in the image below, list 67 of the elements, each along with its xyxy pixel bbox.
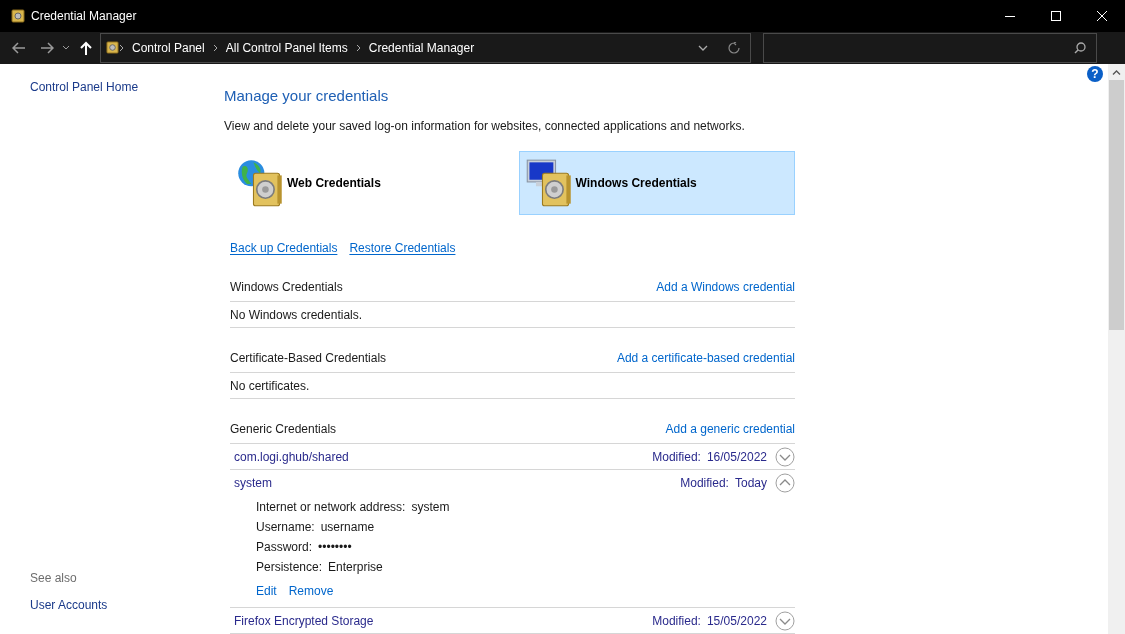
- scrollbar-thumb[interactable]: [1109, 79, 1124, 330]
- detail-value: Enterprise: [328, 559, 383, 576]
- action-link[interactable]: Restore Credentials: [349, 239, 456, 257]
- up-arrow-icon: [80, 40, 92, 55]
- section-title: Windows Credentials: [230, 279, 343, 296]
- scroll-up-icon[interactable]: [1112, 69, 1121, 75]
- credential-type-tile[interactable]: Windows Credentials: [518, 151, 795, 215]
- page-title: Manage your credentials: [224, 85, 390, 106]
- modified-date: 15/05/2022: [706, 612, 767, 630]
- modified-label: Modified:: [680, 474, 729, 492]
- breadcrumb[interactable]: Credential Manager: [368, 38, 475, 57]
- see-also-heading: See also: [30, 570, 78, 587]
- back-icon: [12, 41, 26, 54]
- minimize-icon: [1005, 15, 1015, 17]
- detail-value: system: [411, 499, 450, 516]
- section-title: Certificate-Based Credentials: [230, 350, 387, 367]
- chevron-icon: [119, 43, 124, 52]
- dropdown-icon[interactable]: [698, 44, 708, 51]
- modified-date: 16/05/2022: [706, 448, 767, 466]
- collapse-icon[interactable]: [775, 472, 795, 493]
- add-credential-link[interactable]: Add a Windows credential: [656, 278, 795, 296]
- detail-label: Internet or network address:: [256, 499, 406, 516]
- empty-message: No certificates.: [230, 377, 310, 395]
- modified-label: Modified:: [652, 448, 701, 466]
- detail-value: ••••••••: [318, 539, 352, 556]
- up-button[interactable]: [80, 39, 94, 56]
- chevron-icon: [355, 43, 361, 52]
- add-credential-link[interactable]: Add a generic credential: [665, 420, 795, 438]
- add-credential-link[interactable]: Add a certificate-based credential: [616, 349, 795, 367]
- expand-icon[interactable]: [775, 446, 795, 467]
- forward-button[interactable]: [40, 39, 56, 56]
- scrollbar[interactable]: [1108, 63, 1125, 634]
- address-bar[interactable]: Control Panel All Control Panel Items Credential Manager: [100, 32, 751, 63]
- detail-label: Password:: [256, 539, 313, 556]
- vault-icon: [106, 41, 119, 55]
- back-button[interactable]: [12, 39, 28, 56]
- credential-name[interactable]: Firefox Encrypted Storage: [234, 611, 374, 630]
- section-title: Generic Credentials: [230, 421, 337, 438]
- window-title: Credential Manager: [31, 8, 137, 25]
- detail-label: Persistence:: [256, 559, 323, 576]
- credential-action-link[interactable]: Edit: [256, 582, 277, 600]
- modified-label: Modified:: [652, 612, 701, 630]
- vault-icon: [11, 9, 25, 23]
- credential-action-link[interactable]: Remove: [288, 582, 334, 600]
- breadcrumb[interactable]: Control Panel: [132, 38, 205, 57]
- search-field[interactable]: [763, 32, 1097, 63]
- help-icon[interactable]: ?: [1087, 65, 1103, 82]
- caret-icon: [62, 45, 70, 51]
- search-icon: [1074, 41, 1086, 54]
- detail-label: Username:: [256, 519, 315, 536]
- sidebar-link[interactable]: Control Panel Home: [30, 77, 224, 96]
- refresh-icon[interactable]: [728, 41, 740, 54]
- modified-date: Today: [734, 474, 767, 492]
- empty-message: No Windows credentials.: [230, 306, 363, 324]
- page-description: View and delete your saved log-on information for websites, connected applications and networks.: [224, 118, 746, 135]
- maximize-icon: [1051, 11, 1061, 21]
- credential-name[interactable]: com.logi.ghub/shared: [234, 447, 349, 466]
- expand-icon[interactable]: [775, 610, 795, 631]
- globe-vault-icon: [235, 158, 285, 208]
- sidebar-link[interactable]: User Accounts: [30, 596, 224, 614]
- breadcrumb[interactable]: All Control Panel Items: [225, 38, 348, 57]
- close-icon: [1097, 11, 1107, 21]
- detail-value: username: [320, 519, 375, 536]
- chevron-icon: [212, 43, 218, 52]
- forward-icon: [40, 41, 54, 54]
- action-link[interactable]: Back up Credentials: [230, 239, 338, 257]
- credential-name[interactable]: system: [234, 473, 272, 492]
